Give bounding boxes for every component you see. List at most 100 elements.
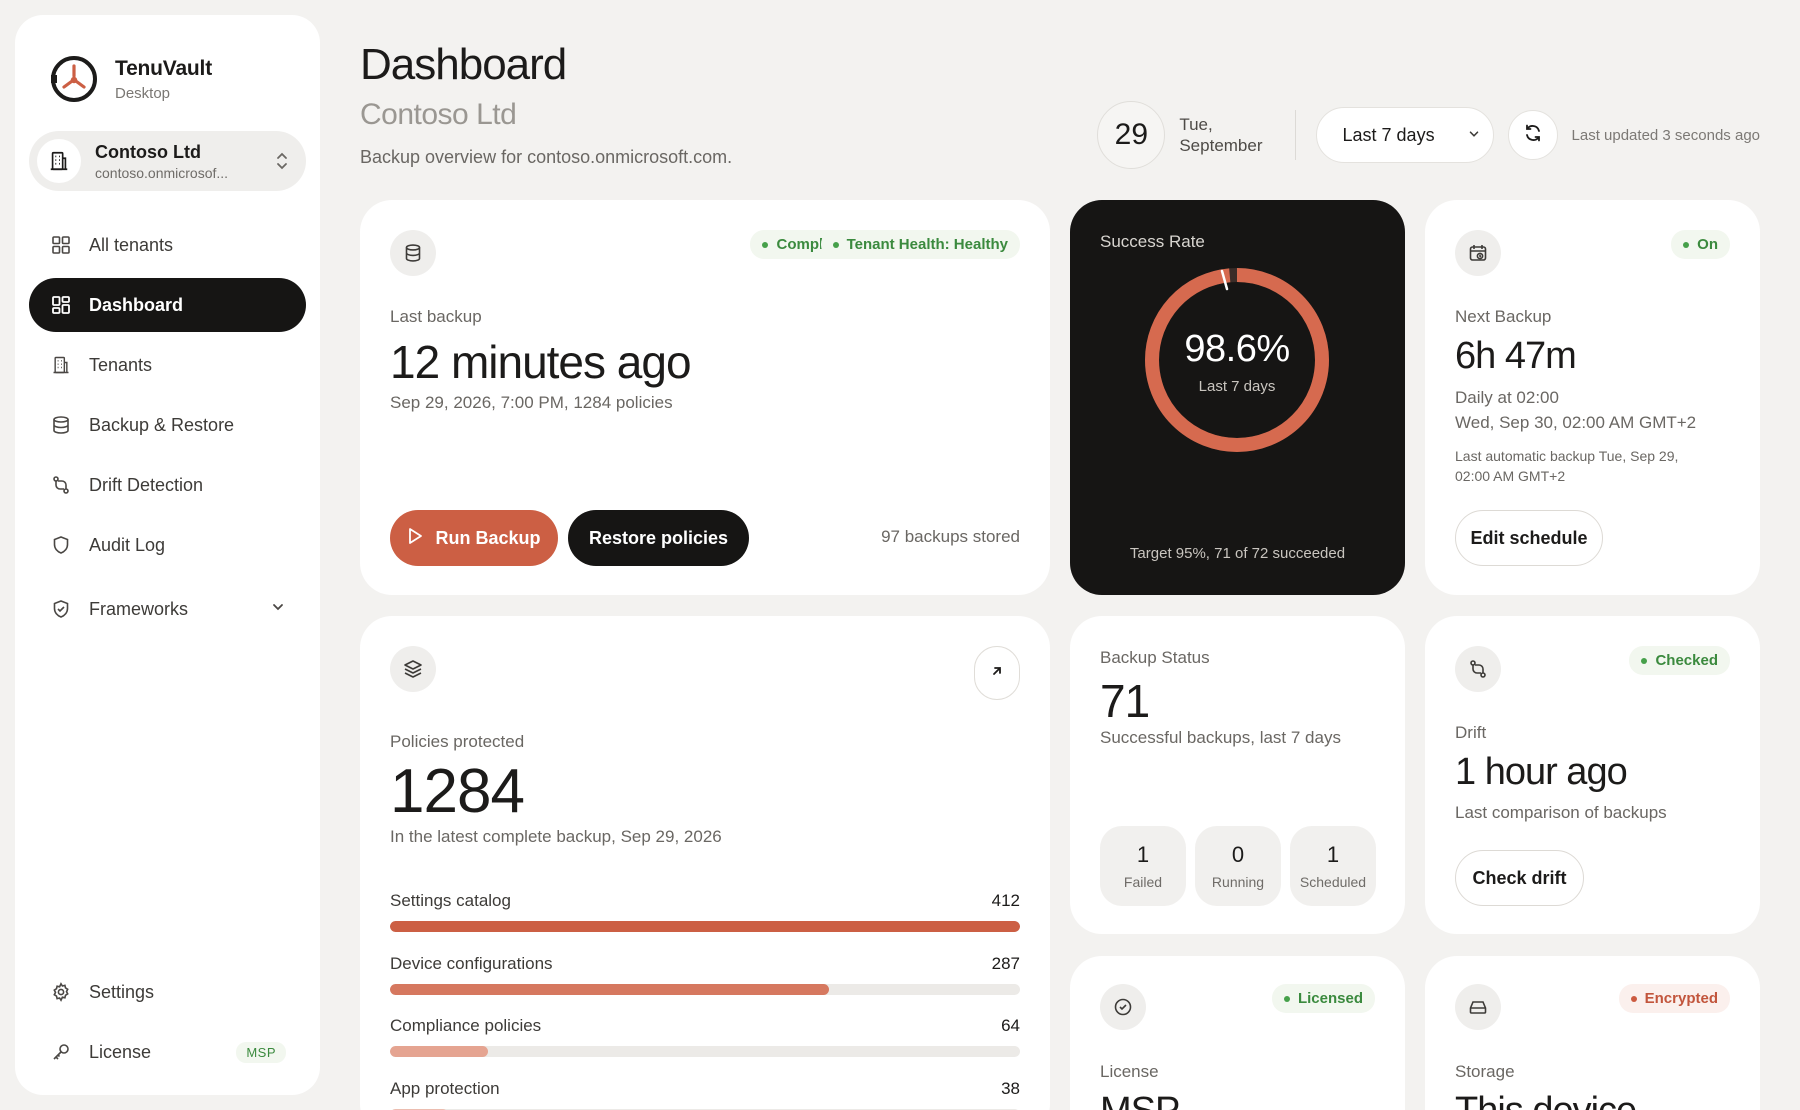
status-dot [1283,995,1290,1002]
nav-item-drift-detection[interactable]: Drift Detection [29,458,306,512]
policy-category-row: Settings catalog 412 [390,891,1020,932]
sidebar: TenuVault Desktop Contoso Ltd contoso.on… [15,15,320,1095]
backup-status-value: 71 [1100,675,1150,727]
nav-label: Backup & Restore [89,414,235,435]
check-drift-button[interactable]: Check drift [1455,850,1584,906]
building-icon [37,139,81,183]
nav-item-settings[interactable]: Settings [29,965,306,1019]
nav-label: Audit Log [89,534,166,555]
database-icon [49,413,73,437]
next-backup-value: 6h 47m [1455,335,1577,377]
success-rate-card: Success Rate 98.6% Last 7 days Target 95… [1070,200,1405,595]
button-label: Run Backup [435,527,541,548]
nav-item-audit-log[interactable]: Audit Log [29,518,306,572]
policies-value: 1284 [390,757,525,826]
run-backup-button[interactable]: Run Backup [390,510,558,566]
nav-item-backup-restore[interactable]: Backup & Restore [29,398,306,452]
status-dot [762,241,769,248]
drift-label: Drift [1455,723,1487,742]
backup-status-card: Backup Status 71 Successful backups, las… [1070,616,1405,934]
category-count: 64 [1001,1016,1020,1035]
calendar-clock-icon [1455,230,1501,276]
category-bar-track [390,921,1020,932]
app-name: TenuVault [115,56,212,80]
shield-check-icon [49,597,73,621]
drift-status-badge: Checked [1629,646,1730,675]
nav-item-dashboard[interactable]: Dashboard [29,278,306,332]
nav-label: Settings [89,981,155,1002]
layers-icon [390,646,436,692]
nav-label: License [89,1041,152,1062]
running-stat: 0 Running [1195,826,1281,906]
drift-details: Last comparison of backups [1455,803,1667,822]
date-range-select[interactable]: Last 7 days [1315,107,1494,163]
category-name: App protection [390,1079,500,1098]
page-subtitle: Contoso Ltd [360,98,517,131]
status-dot [1683,241,1690,248]
nav-item-frameworks[interactable]: Frameworks [29,582,306,636]
database-icon [390,230,436,276]
edit-schedule-button[interactable]: Edit schedule [1455,510,1603,566]
stat-label: Failed [1123,874,1163,890]
brand: TenuVault Desktop [29,15,306,115]
schedule-status-badge: On [1671,230,1730,259]
stat-number: 1 [1136,842,1150,867]
next-backup-label: Next Backup [1455,307,1552,326]
status-dot [1641,657,1648,664]
stat-number: 0 [1231,842,1245,867]
tenant-switcher[interactable]: Contoso Ltd contoso.onmicrosof... [29,131,306,191]
category-count: 287 [991,954,1020,973]
check-circle-icon [1100,984,1146,1030]
button-label: Edit schedule [1470,527,1588,548]
nav-item-license[interactable]: License MSP [29,1025,306,1079]
storage-status-badge: Encrypted [1618,984,1730,1013]
scheduled-stat: 1 Scheduled [1290,826,1376,906]
drift-value: 1 hour ago [1455,751,1628,793]
divider [1294,110,1296,160]
open-policies-button[interactable] [974,646,1020,700]
refresh-button[interactable] [1507,110,1558,160]
success-rate-title: Success Rate [1100,232,1205,251]
category-name: Settings catalog [390,891,511,910]
badge-label: Checked [1655,652,1718,669]
nav-label: Frameworks [89,598,189,619]
refresh-icon [1523,123,1543,148]
chevron-down-icon [1467,125,1481,146]
tenant-health-badge: Tenant Health: Healthy [820,230,1020,259]
nav-item-tenants[interactable]: Tenants [29,338,306,392]
grid-icon [49,233,73,257]
license-tier-badge: MSP [236,1041,286,1063]
success-rate-period: Last 7 days [1198,378,1276,395]
storage-value: This device [1455,1090,1637,1110]
git-compare-icon [1455,646,1501,692]
last-backup-details: Sep 29, 2026, 7:00 PM, 1284 policies [390,393,673,412]
badge-label: On [1697,236,1718,253]
tenuvault-logo-icon [51,56,97,102]
hard-drive-icon [1455,984,1501,1030]
category-bar-fill [390,984,829,995]
last-automatic-line: 02:00 AM GMT+2 [1455,468,1566,484]
nav-label: Dashboard [89,294,184,315]
next-run-text: Wed, Sep 30, 02:00 AM GMT+2 [1455,413,1697,432]
restore-policies-button[interactable]: Restore policies [568,510,749,566]
next-backup-card: On Next Backup 6h 47m Daily at 02:00 Wed… [1425,200,1760,595]
backup-status-details: Successful backups, last 7 days [1100,728,1341,747]
last-backup-value: 12 minutes ago [390,336,692,388]
nav-label: Drift Detection [89,474,204,495]
status-dot [1630,995,1637,1002]
last-backup-label: Last backup [390,307,482,326]
category-bar-track [390,1046,1020,1057]
license-value: MSP [1100,1090,1180,1110]
license-status-badge: Licensed [1271,984,1375,1013]
play-icon [407,527,423,550]
nav-item-all-tenants[interactable]: All tenants [29,218,306,272]
category-name: Device configurations [390,954,553,973]
date-range-value: Last 7 days [1342,124,1435,145]
page-title: Dashboard [360,40,567,89]
storage-card: Encrypted Storage This device [1425,956,1760,1110]
badge-label: Encrypted [1644,990,1718,1007]
backup-status-label: Backup Status [1100,648,1210,667]
shield-icon [49,533,73,557]
arrow-up-right-icon [990,664,1004,683]
policies-details: In the latest complete backup, Sep 29, 2… [390,827,722,846]
